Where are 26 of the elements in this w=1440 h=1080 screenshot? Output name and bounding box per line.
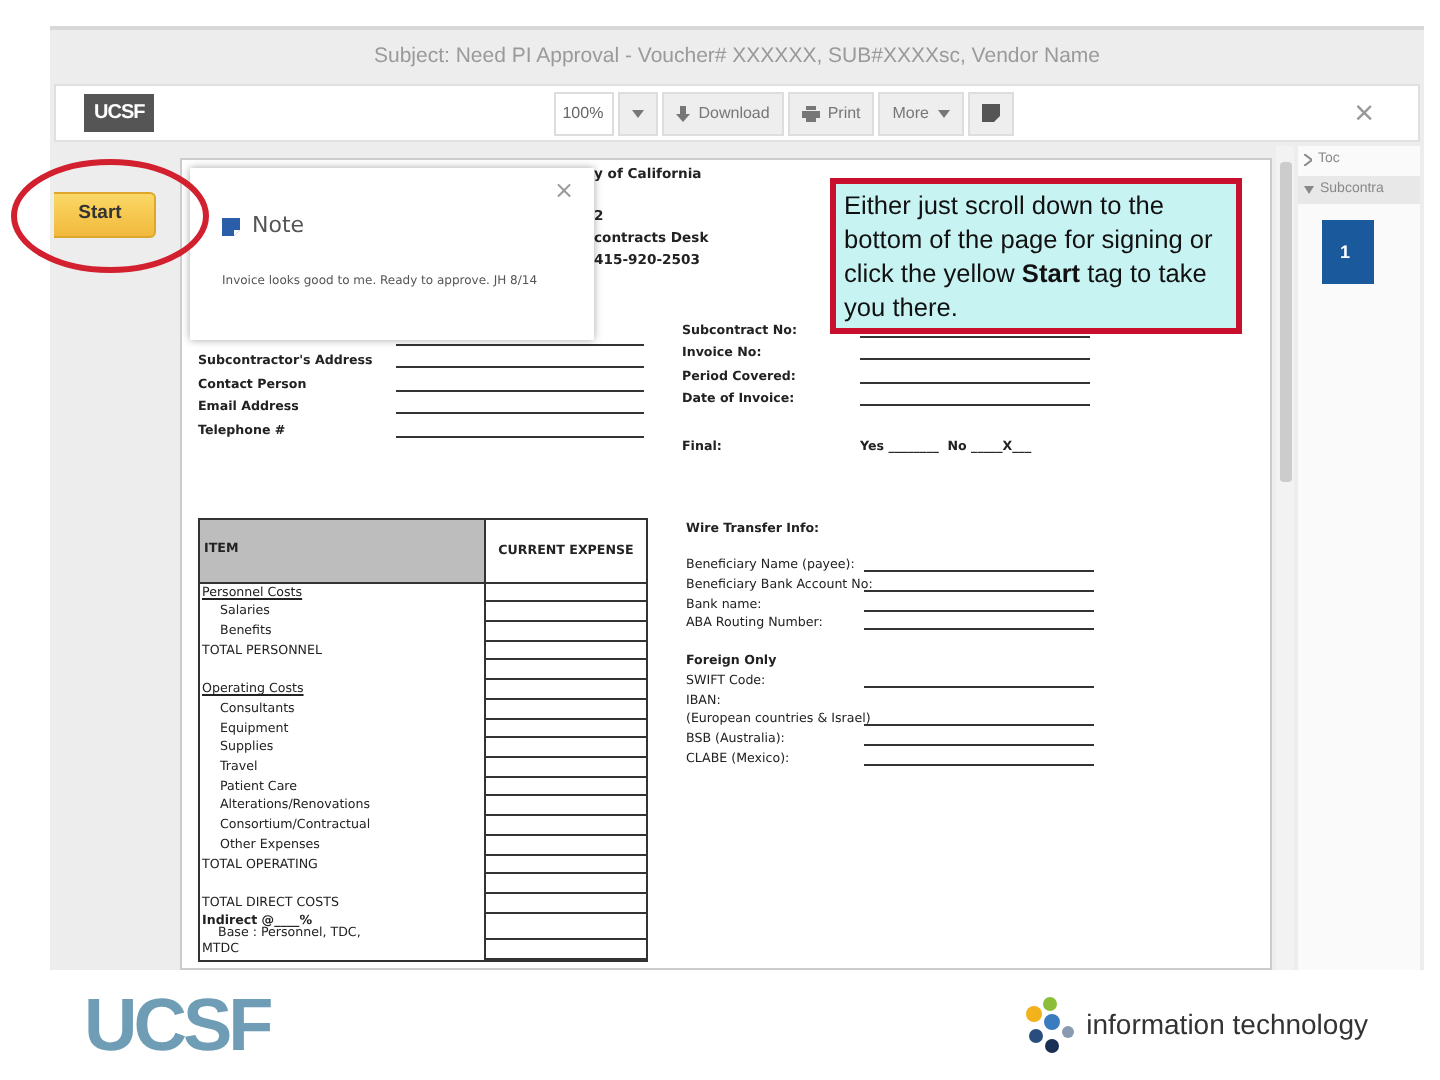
scrollbar[interactable] bbox=[1276, 146, 1294, 970]
chevron-right-icon bbox=[1304, 154, 1312, 167]
note-icon bbox=[981, 104, 999, 122]
download-icon bbox=[676, 105, 691, 121]
download-button[interactable]: Download bbox=[662, 91, 784, 135]
note-title: Note bbox=[252, 210, 305, 242]
caret-icon bbox=[937, 109, 949, 117]
email-subject: Subject: Need PI Approval - Voucher# XXXXXX, SUB#XXXXsc, Vendor Name bbox=[371, 42, 1103, 72]
print-button[interactable]: Print bbox=[787, 91, 875, 135]
caret-down-icon bbox=[1304, 185, 1314, 194]
zoom-dropdown-button[interactable] bbox=[618, 91, 659, 135]
more-button[interactable]: More bbox=[878, 91, 963, 135]
ucsf-logo: UCSF bbox=[84, 94, 155, 132]
printer-icon bbox=[801, 105, 820, 121]
page-thumbnail[interactable]: 1 bbox=[1322, 220, 1374, 284]
note-button[interactable] bbox=[967, 91, 1013, 135]
callout-text: Either just scroll down to the bottom of the page for signing or click the yellow Start tag to take you there. bbox=[830, 178, 1242, 334]
ucsf-logo: UCSF bbox=[84, 988, 270, 1062]
close-button[interactable]: × bbox=[553, 178, 574, 202]
start-tag[interactable]: Start bbox=[54, 192, 156, 238]
close-button[interactable]: × bbox=[1354, 96, 1374, 130]
note-icon bbox=[222, 217, 240, 236]
it-label: information technology bbox=[1086, 1006, 1368, 1044]
dots-logo-icon bbox=[1022, 995, 1079, 1055]
zoom-field[interactable]: 100% bbox=[554, 91, 615, 135]
caret-icon bbox=[632, 109, 645, 117]
